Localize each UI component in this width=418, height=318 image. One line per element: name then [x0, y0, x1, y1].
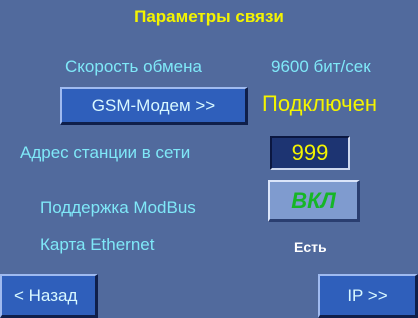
back-button-label: < Назад	[14, 285, 78, 305]
modbus-label: Поддержка ModBus	[40, 198, 196, 217]
station-address-value: 999	[291, 140, 329, 165]
ethernet-value: Есть	[294, 239, 327, 255]
exchange-speed-value: 9600 бит/сек	[271, 57, 371, 76]
exchange-speed-label: Скорость обмена	[65, 57, 202, 76]
ethernet-label: Карта Ethernet	[40, 235, 155, 254]
ip-next-button[interactable]: IP >>	[318, 274, 418, 318]
station-address-label: Адрес станции в сети	[20, 143, 191, 162]
gsm-modem-button[interactable]: GSM-Модем >>	[60, 87, 248, 125]
page-title: Параметры связи	[134, 7, 284, 26]
gsm-modem-button-label: GSM-Модем >>	[91, 95, 216, 115]
back-button[interactable]: < Назад	[0, 274, 98, 318]
modbus-toggle-button[interactable]: ВКЛ	[268, 180, 360, 222]
modbus-toggle-label: ВКЛ	[291, 187, 336, 213]
ip-next-button-label: IP >>	[347, 285, 388, 305]
station-address-field[interactable]: 999	[270, 136, 350, 170]
modem-status: Подключен	[262, 91, 377, 116]
